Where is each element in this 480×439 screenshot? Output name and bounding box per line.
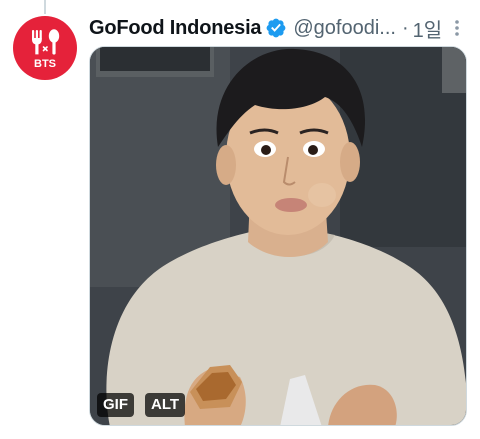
display-name[interactable]: GoFood Indonesia: [89, 17, 262, 40]
user-handle[interactable]: @gofoodi...: [293, 17, 396, 40]
tweet-media-gif[interactable]: GIF ALT: [89, 46, 467, 426]
more-options-icon: [455, 20, 459, 36]
tweet-header: GoFood Indonesia @gofoodi... · 1일: [89, 14, 468, 43]
tweet-timestamp[interactable]: 1일: [413, 14, 443, 43]
avatar-logo-text: BTS: [34, 58, 56, 70]
separator-dot: ·: [401, 16, 409, 39]
more-options-button[interactable]: [446, 15, 468, 41]
verified-badge-icon: [266, 18, 286, 38]
gofood-bts-logo: BTS: [32, 29, 60, 70]
thread-line: [44, 0, 46, 14]
gif-frame-image: [90, 47, 466, 425]
alt-text-badge[interactable]: ALT: [145, 393, 186, 417]
avatar[interactable]: BTS: [13, 16, 77, 80]
gif-badge[interactable]: GIF: [97, 393, 134, 417]
